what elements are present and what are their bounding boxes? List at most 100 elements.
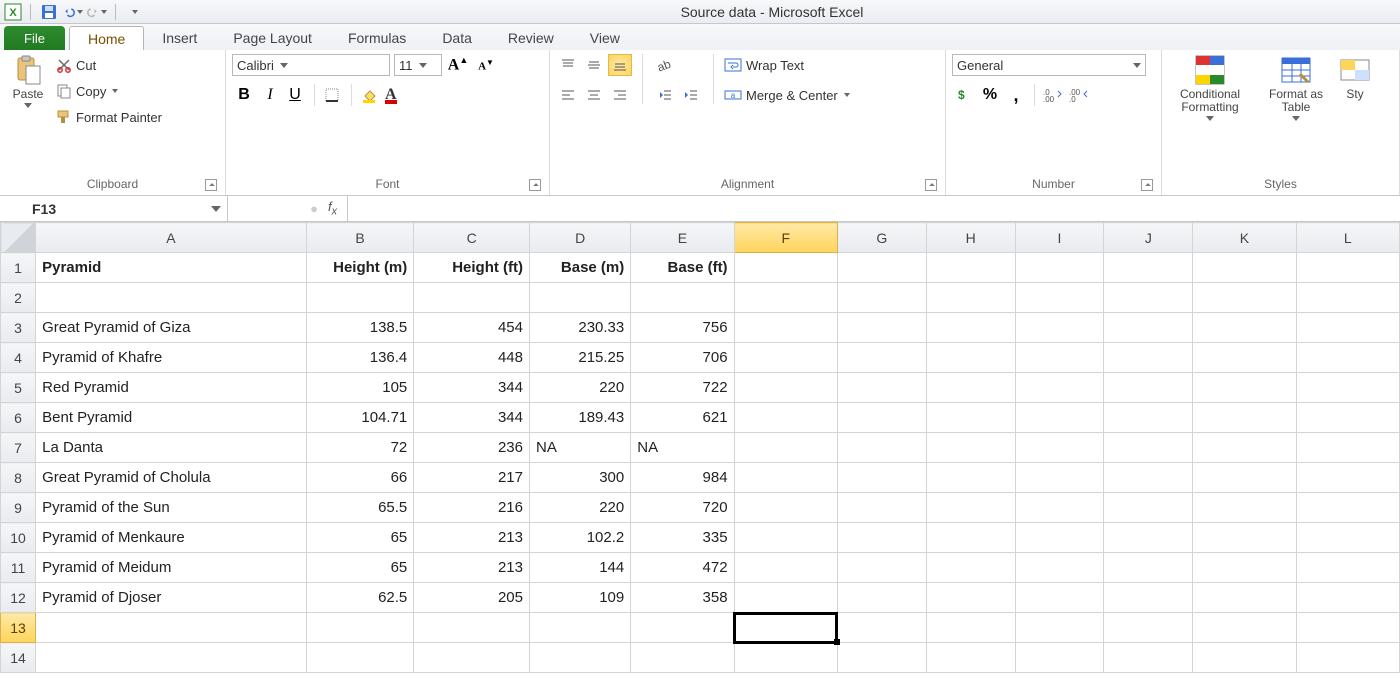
tab-page-layout[interactable]: Page Layout	[215, 26, 330, 50]
align-right-icon[interactable]	[608, 84, 632, 106]
cell-A14[interactable]	[36, 643, 307, 673]
cell-J13[interactable]	[1104, 613, 1193, 643]
cell-L3[interactable]	[1296, 313, 1399, 343]
tab-view[interactable]: View	[572, 26, 638, 50]
cell-A7[interactable]: La Danta	[36, 433, 307, 463]
cell-A5[interactable]: Red Pyramid	[36, 373, 307, 403]
cell-H8[interactable]	[926, 463, 1015, 493]
cell-B6[interactable]: 104.71	[306, 403, 413, 433]
cell-E5[interactable]: 722	[631, 373, 734, 403]
cell-F10[interactable]	[734, 523, 837, 553]
cell-K9[interactable]	[1193, 493, 1296, 523]
cell-F4[interactable]	[734, 343, 837, 373]
cell-E8[interactable]: 984	[631, 463, 734, 493]
cell-K6[interactable]	[1193, 403, 1296, 433]
align-top-icon[interactable]	[556, 54, 580, 76]
cell-D9[interactable]: 220	[530, 493, 631, 523]
cell-J11[interactable]	[1104, 553, 1193, 583]
cell-B2[interactable]	[306, 283, 413, 313]
font-dialog-launcher[interactable]	[529, 179, 541, 191]
cell-I10[interactable]	[1015, 523, 1104, 553]
cell-C11[interactable]: 213	[414, 553, 530, 583]
cell-E10[interactable]: 335	[631, 523, 734, 553]
cell-J3[interactable]	[1104, 313, 1193, 343]
percent-format-icon[interactable]: %	[978, 84, 1002, 106]
clipboard-dialog-launcher[interactable]	[205, 179, 217, 191]
cell-L10[interactable]	[1296, 523, 1399, 553]
cell-G3[interactable]	[837, 313, 926, 343]
cell-B14[interactable]	[306, 643, 413, 673]
cell-L11[interactable]	[1296, 553, 1399, 583]
cell-F9[interactable]	[734, 493, 837, 523]
cell-H12[interactable]	[926, 583, 1015, 613]
cell-G9[interactable]	[837, 493, 926, 523]
cell-D4[interactable]: 215.25	[530, 343, 631, 373]
cell-I11[interactable]	[1015, 553, 1104, 583]
row-header[interactable]: 10	[1, 523, 36, 553]
cell-H1[interactable]	[926, 253, 1015, 283]
cell-D2[interactable]	[530, 283, 631, 313]
copy-button[interactable]: Copy	[56, 80, 162, 102]
cell-G14[interactable]	[837, 643, 926, 673]
tab-insert[interactable]: Insert	[144, 26, 215, 50]
cell-D1[interactable]: Base (m)	[530, 253, 631, 283]
row-header[interactable]: 9	[1, 493, 36, 523]
comma-format-icon[interactable]: ,	[1004, 84, 1028, 106]
cell-J6[interactable]	[1104, 403, 1193, 433]
col-header-F[interactable]: F	[734, 223, 837, 253]
cell-G11[interactable]	[837, 553, 926, 583]
cell-J1[interactable]	[1104, 253, 1193, 283]
cell-J14[interactable]	[1104, 643, 1193, 673]
cell-G4[interactable]	[837, 343, 926, 373]
cell-F14[interactable]	[734, 643, 837, 673]
tab-formulas[interactable]: Formulas	[330, 26, 424, 50]
col-header-L[interactable]: L	[1296, 223, 1399, 253]
cell-F13[interactable]	[734, 613, 837, 643]
cell-C13[interactable]	[414, 613, 530, 643]
row-header[interactable]: 12	[1, 583, 36, 613]
select-all-corner[interactable]	[1, 223, 36, 253]
number-dialog-launcher[interactable]	[1141, 179, 1153, 191]
cell-J12[interactable]	[1104, 583, 1193, 613]
cell-C7[interactable]: 236	[414, 433, 530, 463]
cell-E13[interactable]	[631, 613, 734, 643]
cell-B12[interactable]: 62.5	[306, 583, 413, 613]
customize-qat-button[interactable]	[124, 3, 144, 21]
paste-button[interactable]: Paste	[6, 54, 50, 108]
cell-A6[interactable]: Bent Pyramid	[36, 403, 307, 433]
cell-C9[interactable]: 216	[414, 493, 530, 523]
cell-A9[interactable]: Pyramid of the Sun	[36, 493, 307, 523]
cell-L12[interactable]	[1296, 583, 1399, 613]
cell-F8[interactable]	[734, 463, 837, 493]
col-header-G[interactable]: G	[837, 223, 926, 253]
tab-home[interactable]: Home	[69, 26, 144, 50]
cell-J10[interactable]	[1104, 523, 1193, 553]
cell-B4[interactable]: 136.4	[306, 343, 413, 373]
cell-H11[interactable]	[926, 553, 1015, 583]
cell-J9[interactable]	[1104, 493, 1193, 523]
col-header-C[interactable]: C	[414, 223, 530, 253]
cell-E4[interactable]: 706	[631, 343, 734, 373]
font-name-dropdown[interactable]: Calibri	[232, 54, 390, 76]
cell-A8[interactable]: Great Pyramid of Cholula	[36, 463, 307, 493]
cell-L4[interactable]	[1296, 343, 1399, 373]
decrease-font-icon[interactable]: A▼	[474, 54, 498, 76]
row-header[interactable]: 1	[1, 253, 36, 283]
cell-F1[interactable]	[734, 253, 837, 283]
increase-decimal-icon[interactable]: .0.00	[1041, 84, 1065, 106]
cell-A3[interactable]: Great Pyramid of Giza	[36, 313, 307, 343]
format-painter-button[interactable]: Format Painter	[56, 106, 162, 128]
cell-L8[interactable]	[1296, 463, 1399, 493]
cell-C12[interactable]: 205	[414, 583, 530, 613]
cell-I14[interactable]	[1015, 643, 1104, 673]
cell-A11[interactable]: Pyramid of Meidum	[36, 553, 307, 583]
fx-icon[interactable]: fx	[328, 199, 337, 218]
cell-D6[interactable]: 189.43	[530, 403, 631, 433]
cell-C3[interactable]: 454	[414, 313, 530, 343]
cell-D12[interactable]: 109	[530, 583, 631, 613]
cell-B1[interactable]: Height (m)	[306, 253, 413, 283]
cell-B10[interactable]: 65	[306, 523, 413, 553]
cell-F11[interactable]	[734, 553, 837, 583]
cell-H6[interactable]	[926, 403, 1015, 433]
cell-C2[interactable]	[414, 283, 530, 313]
